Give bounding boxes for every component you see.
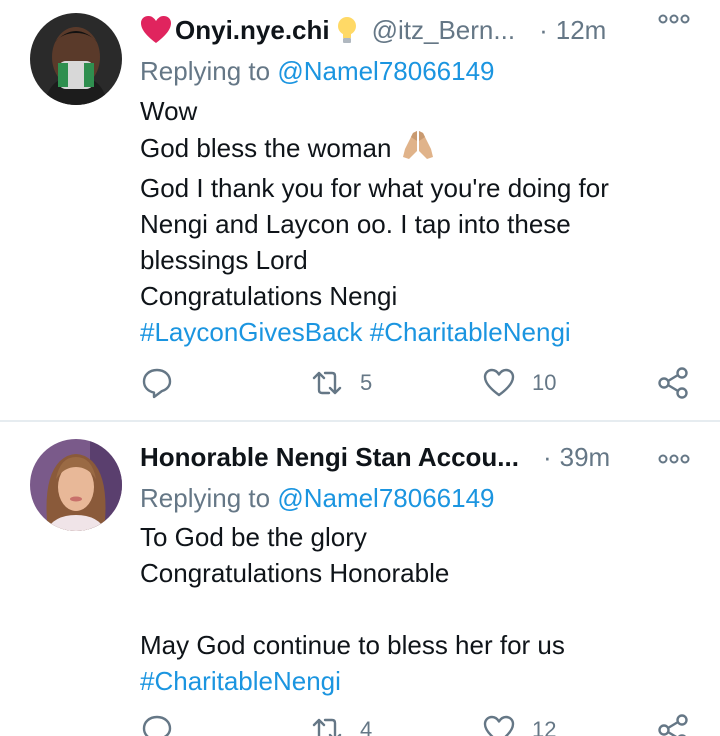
hashtag-line: #CharitableNengi — [140, 663, 700, 699]
tweet-text-line: To God be the glory — [140, 522, 367, 552]
like-count: 12 — [532, 717, 557, 736]
replying-to-label: Replying to — [140, 483, 278, 513]
more-options-icon[interactable] — [658, 452, 690, 466]
retweet-button[interactable]: 5 — [310, 363, 372, 403]
share-icon — [658, 714, 688, 736]
separator-dot: · — [542, 441, 552, 472]
like-button[interactable]: 10 — [482, 363, 556, 403]
tweet-text-line-with-emoji: God bless the woman — [140, 129, 700, 170]
folded-hands-icon — [401, 129, 435, 170]
retweet-icon — [312, 718, 342, 736]
tweet[interactable]: Honorable Nengi Stan Accou... · 39m Repl… — [0, 422, 720, 736]
like-button[interactable]: 12 — [482, 710, 556, 736]
retweet-count: 5 — [360, 370, 373, 395]
tweet-header: Honorable Nengi Stan Accou... · 39m — [140, 437, 720, 477]
retweet-icon — [312, 371, 342, 395]
hashtag-link[interactable]: #LayconGivesBack — [140, 317, 363, 347]
tweet[interactable]: Onyi.nye.chi @itz_Bern... · 12m Replying… — [0, 0, 720, 420]
tweet-text-line: Congratulations Nengi — [140, 281, 398, 311]
avatar[interactable] — [30, 13, 122, 105]
avatar[interactable] — [30, 439, 122, 531]
reply-icon — [142, 368, 172, 399]
like-count: 10 — [532, 370, 557, 395]
share-button[interactable] — [656, 363, 690, 403]
tweet-text-line: blessings Lord — [140, 245, 308, 275]
like-icon — [483, 715, 515, 736]
tweet-text-line: Nengi and Laycon oo. I tap into these — [140, 209, 571, 239]
more-options-icon[interactable] — [658, 12, 690, 26]
light-bulb-icon — [336, 15, 358, 45]
user-handle[interactable]: @itz_Bern... — [372, 15, 515, 46]
mention-link[interactable]: @Namel78066149 — [277, 483, 494, 513]
share-icon — [658, 367, 688, 399]
tweet-text-line: Congratulations Honorable — [140, 558, 450, 588]
tweet-actions: 5 10 — [140, 363, 700, 403]
reply-button[interactable] — [140, 710, 174, 736]
retweet-button[interactable]: 4 — [310, 710, 372, 736]
like-icon — [483, 368, 515, 397]
tweet-actions: 4 12 — [140, 710, 700, 736]
tweet-text-line: God bless the woman — [140, 133, 392, 163]
tweet-text-line: Wow — [140, 96, 198, 126]
red-heart-icon — [140, 15, 172, 45]
retweet-count: 4 — [360, 717, 373, 736]
share-button[interactable] — [656, 710, 690, 736]
reply-button[interactable] — [140, 363, 190, 403]
tweet-text-line: May God continue to bless her for us — [140, 630, 565, 660]
timestamp[interactable]: 39m — [560, 442, 611, 473]
hashtag-link[interactable]: #CharitableNengi — [370, 317, 571, 347]
replying-to: Replying to @Namel78066149 — [140, 483, 495, 514]
display-name[interactable]: Honorable Nengi Stan Accou... — [140, 442, 519, 473]
hashtag-line: #LayconGivesBack #CharitableNengi — [140, 314, 700, 350]
separator-dot: · — [539, 14, 548, 45]
hashtag-link[interactable]: #CharitableNengi — [140, 666, 341, 696]
tweet-text-line: God I thank you for what you're doing fo… — [140, 173, 609, 203]
timestamp[interactable]: 12m — [556, 15, 607, 46]
tweet-header: Onyi.nye.chi @itz_Bern... · 12m — [140, 10, 720, 50]
tweet-text: Wow God bless the woman God I thank you … — [140, 93, 700, 350]
reply-icon — [142, 715, 172, 736]
display-name[interactable]: Onyi.nye.chi — [175, 15, 330, 46]
mention-link[interactable]: @Namel78066149 — [277, 56, 494, 86]
replying-to: Replying to @Namel78066149 — [140, 56, 495, 87]
replying-to-label: Replying to — [140, 56, 278, 86]
tweet-text: To God be the glory Congratulations Hono… — [140, 519, 700, 699]
